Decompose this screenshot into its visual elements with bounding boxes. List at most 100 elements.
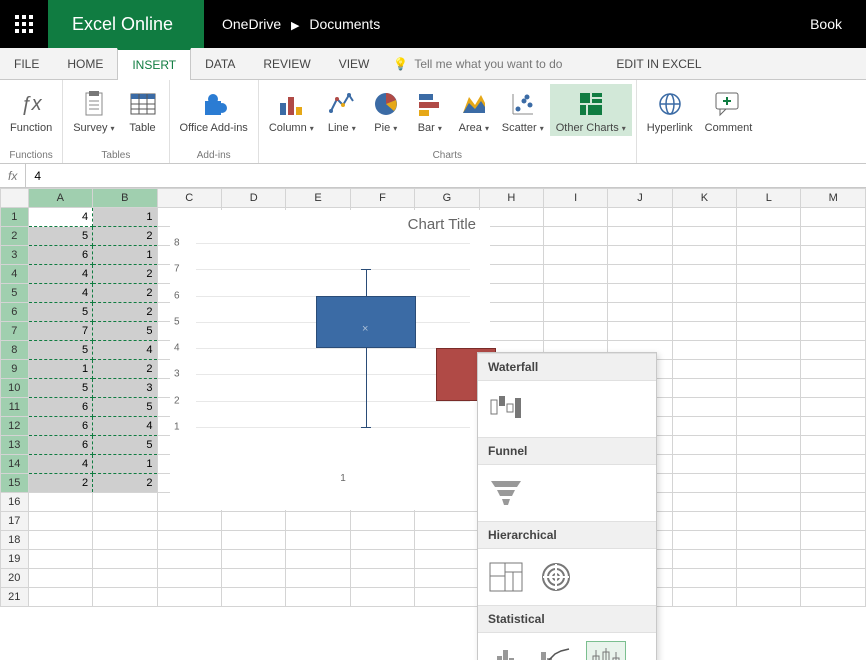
addins-button[interactable]: Office Add-ins	[174, 84, 254, 136]
cell-A11[interactable]: 6	[28, 398, 92, 417]
row-header-4[interactable]: 4	[1, 265, 29, 284]
cell-L7[interactable]	[737, 322, 801, 341]
cell-E19[interactable]	[286, 550, 350, 569]
row-header-14[interactable]: 14	[1, 455, 29, 474]
cell-L21[interactable]	[737, 588, 801, 607]
cell-D21[interactable]	[221, 588, 285, 607]
cell-D18[interactable]	[221, 531, 285, 550]
row-header-8[interactable]: 8	[1, 341, 29, 360]
row-header-16[interactable]: 16	[1, 493, 29, 512]
tab-review[interactable]: REVIEW	[249, 48, 324, 79]
cell-B1[interactable]: 1	[93, 208, 157, 227]
cell-M11[interactable]	[801, 398, 866, 417]
column-header-J[interactable]: J	[608, 189, 672, 208]
cell-L20[interactable]	[737, 569, 801, 588]
cell-J2[interactable]	[608, 227, 672, 246]
workbook-name[interactable]: Book	[810, 16, 866, 32]
cell-K18[interactable]	[672, 531, 736, 550]
chart-box-whisker[interactable]: Chart Title 12345678× 1	[170, 210, 490, 510]
cell-A9[interactable]: 1	[28, 360, 92, 379]
tab-insert[interactable]: INSERT	[117, 48, 191, 80]
cell-A5[interactable]: 4	[28, 284, 92, 303]
cell-B12[interactable]: 4	[93, 417, 157, 436]
function-button[interactable]: ƒx Function	[4, 84, 58, 136]
treemap-chart-option[interactable]	[486, 557, 526, 597]
cell-K9[interactable]	[672, 360, 736, 379]
cell-B15[interactable]: 2	[93, 474, 157, 493]
cell-A20[interactable]	[28, 569, 92, 588]
row-header-15[interactable]: 15	[1, 474, 29, 493]
cell-B2[interactable]: 2	[93, 227, 157, 246]
cell-K20[interactable]	[672, 569, 736, 588]
cell-M7[interactable]	[801, 322, 866, 341]
cell-G18[interactable]	[415, 531, 479, 550]
column-header-G[interactable]: G	[415, 189, 479, 208]
cell-L3[interactable]	[737, 246, 801, 265]
cell-M18[interactable]	[801, 531, 866, 550]
cell-K19[interactable]	[672, 550, 736, 569]
row-header-17[interactable]: 17	[1, 512, 29, 531]
cell-J3[interactable]	[608, 246, 672, 265]
cell-C18[interactable]	[157, 531, 221, 550]
cell-A13[interactable]: 6	[28, 436, 92, 455]
cell-F17[interactable]	[350, 512, 414, 531]
row-header-10[interactable]: 10	[1, 379, 29, 398]
cell-C19[interactable]	[157, 550, 221, 569]
cell-E20[interactable]	[286, 569, 350, 588]
cell-M19[interactable]	[801, 550, 866, 569]
cell-A18[interactable]	[28, 531, 92, 550]
column-header-I[interactable]: I	[544, 189, 608, 208]
cell-A4[interactable]: 4	[28, 265, 92, 284]
cell-C21[interactable]	[157, 588, 221, 607]
cell-K2[interactable]	[672, 227, 736, 246]
cell-K4[interactable]	[672, 265, 736, 284]
cell-B14[interactable]: 1	[93, 455, 157, 474]
comment-button[interactable]: Comment	[699, 84, 759, 136]
column-chart-button[interactable]: Column ▾	[263, 84, 320, 136]
cell-E17[interactable]	[286, 512, 350, 531]
cell-L11[interactable]	[737, 398, 801, 417]
pareto-chart-option[interactable]	[536, 641, 576, 660]
row-header-12[interactable]: 12	[1, 417, 29, 436]
sunburst-chart-option[interactable]	[536, 557, 576, 597]
cell-L10[interactable]	[737, 379, 801, 398]
cell-A17[interactable]	[28, 512, 92, 531]
cell-B10[interactable]: 3	[93, 379, 157, 398]
cell-D20[interactable]	[221, 569, 285, 588]
column-header-A[interactable]: A	[28, 189, 92, 208]
cell-G19[interactable]	[415, 550, 479, 569]
line-chart-button[interactable]: Line ▾	[320, 84, 364, 136]
cell-L9[interactable]	[737, 360, 801, 379]
cell-B7[interactable]: 5	[93, 322, 157, 341]
cell-M20[interactable]	[801, 569, 866, 588]
cell-A7[interactable]: 7	[28, 322, 92, 341]
cell-B4[interactable]: 2	[93, 265, 157, 284]
column-header-C[interactable]: C	[157, 189, 221, 208]
area-chart-button[interactable]: Area ▾	[452, 84, 496, 136]
cell-L19[interactable]	[737, 550, 801, 569]
cell-A16[interactable]	[28, 493, 92, 512]
cell-I6[interactable]	[544, 303, 608, 322]
row-header-3[interactable]: 3	[1, 246, 29, 265]
breadcrumb-item[interactable]: Documents	[309, 16, 380, 32]
column-header-F[interactable]: F	[350, 189, 414, 208]
cell-A8[interactable]: 5	[28, 341, 92, 360]
cell-L12[interactable]	[737, 417, 801, 436]
cell-L13[interactable]	[737, 436, 801, 455]
tab-file[interactable]: FILE	[0, 48, 53, 79]
cell-J7[interactable]	[608, 322, 672, 341]
cell-K15[interactable]	[672, 474, 736, 493]
tab-view[interactable]: VIEW	[325, 48, 384, 79]
row-header-13[interactable]: 13	[1, 436, 29, 455]
cell-A1[interactable]: 4	[28, 208, 92, 227]
cell-B20[interactable]	[93, 569, 157, 588]
row-header-5[interactable]: 5	[1, 284, 29, 303]
cell-K16[interactable]	[672, 493, 736, 512]
cell-M10[interactable]	[801, 379, 866, 398]
cell-M3[interactable]	[801, 246, 866, 265]
cell-M2[interactable]	[801, 227, 866, 246]
cell-L15[interactable]	[737, 474, 801, 493]
cell-K10[interactable]	[672, 379, 736, 398]
cell-K21[interactable]	[672, 588, 736, 607]
cell-A10[interactable]: 5	[28, 379, 92, 398]
